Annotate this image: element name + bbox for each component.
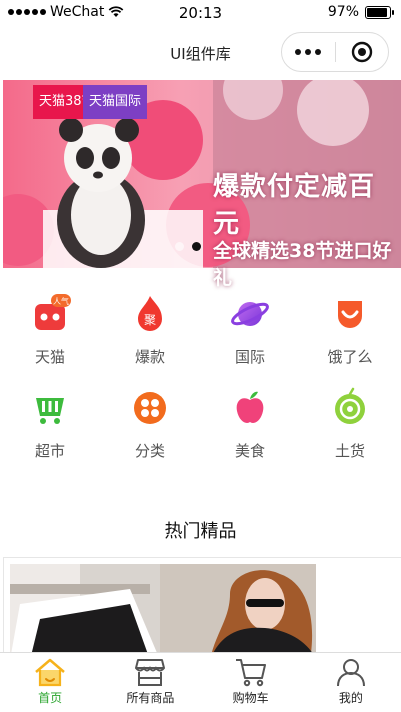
category-label: 分类: [134, 442, 165, 460]
category-label: 超市: [34, 442, 65, 460]
tab-all-products[interactable]: 所有商品: [100, 653, 200, 712]
tab-mine[interactable]: 我的: [301, 653, 401, 712]
category-food[interactable]: 美食: [200, 376, 300, 470]
tmall-badge: 人气: [53, 296, 69, 306]
category-local-produce[interactable]: 土货: [300, 376, 400, 470]
tab-label: 我的: [338, 691, 363, 705]
cart-icon: [235, 659, 266, 687]
category-label: 天猫: [34, 348, 65, 366]
banner-headline: 爆款付定减百元: [213, 172, 376, 239]
battery-icon: [365, 5, 394, 19]
category-hot-sale[interactable]: 聚 爆款: [100, 282, 200, 376]
category-label: 爆款: [134, 348, 165, 366]
product-card[interactable]: [3, 557, 401, 654]
category-supermarket[interactable]: 超市: [0, 376, 100, 470]
status-bar: WeChat 20:13 97%: [0, 0, 401, 26]
tab-label: 首页: [38, 691, 63, 705]
tab-cart[interactable]: 购物车: [201, 653, 301, 712]
shopping-basket-icon: [28, 386, 72, 430]
product-image: [10, 564, 316, 654]
carousel-dot-active[interactable]: [192, 242, 201, 251]
user-icon: [336, 659, 365, 687]
planet-icon: [228, 292, 272, 336]
mini-program-capsule: [281, 32, 389, 72]
category-icon: [128, 386, 172, 430]
category-label: 国际: [234, 348, 265, 366]
eleme-icon: [328, 292, 372, 336]
category-global[interactable]: 国际: [200, 282, 300, 376]
battery-percent: 97%: [327, 4, 359, 20]
category-grid: 人气 天猫 聚 爆款 国际 饿了么 超市 分类 美食 土货: [0, 282, 401, 470]
more-menu-button[interactable]: [282, 49, 335, 55]
carousel-indicators: [175, 242, 201, 251]
tab-label: 所有商品: [126, 691, 175, 705]
tmall-icon: 人气: [28, 292, 72, 336]
tab-label: 购物车: [232, 691, 269, 705]
tmall-global-tag: 天猫国际: [83, 85, 148, 119]
category-label: 美食: [234, 442, 265, 460]
target-icon: [351, 41, 372, 63]
close-mini-program-button[interactable]: [336, 41, 389, 63]
store-icon: [135, 659, 166, 686]
bottom-tab-bar: 首页 所有商品 购物车 我的: [0, 652, 401, 712]
svg-text:聚: 聚: [144, 313, 156, 327]
home-icon: [35, 658, 65, 687]
hot-sale-icon: 聚: [128, 292, 172, 336]
section-title: 热门精品: [164, 521, 237, 542]
category-eleme[interactable]: 饿了么: [300, 282, 400, 376]
category-label: 土货: [334, 442, 365, 460]
navigation-bar: UI组件库: [0, 26, 401, 80]
apple-icon: [228, 386, 272, 430]
category-tmall[interactable]: 人气 天猫: [0, 282, 100, 376]
local-produce-icon: [328, 386, 372, 430]
tab-home[interactable]: 首页: [0, 653, 100, 712]
carousel-dot[interactable]: [175, 242, 184, 251]
category-classify[interactable]: 分类: [100, 376, 200, 470]
category-label: 饿了么: [327, 348, 373, 366]
